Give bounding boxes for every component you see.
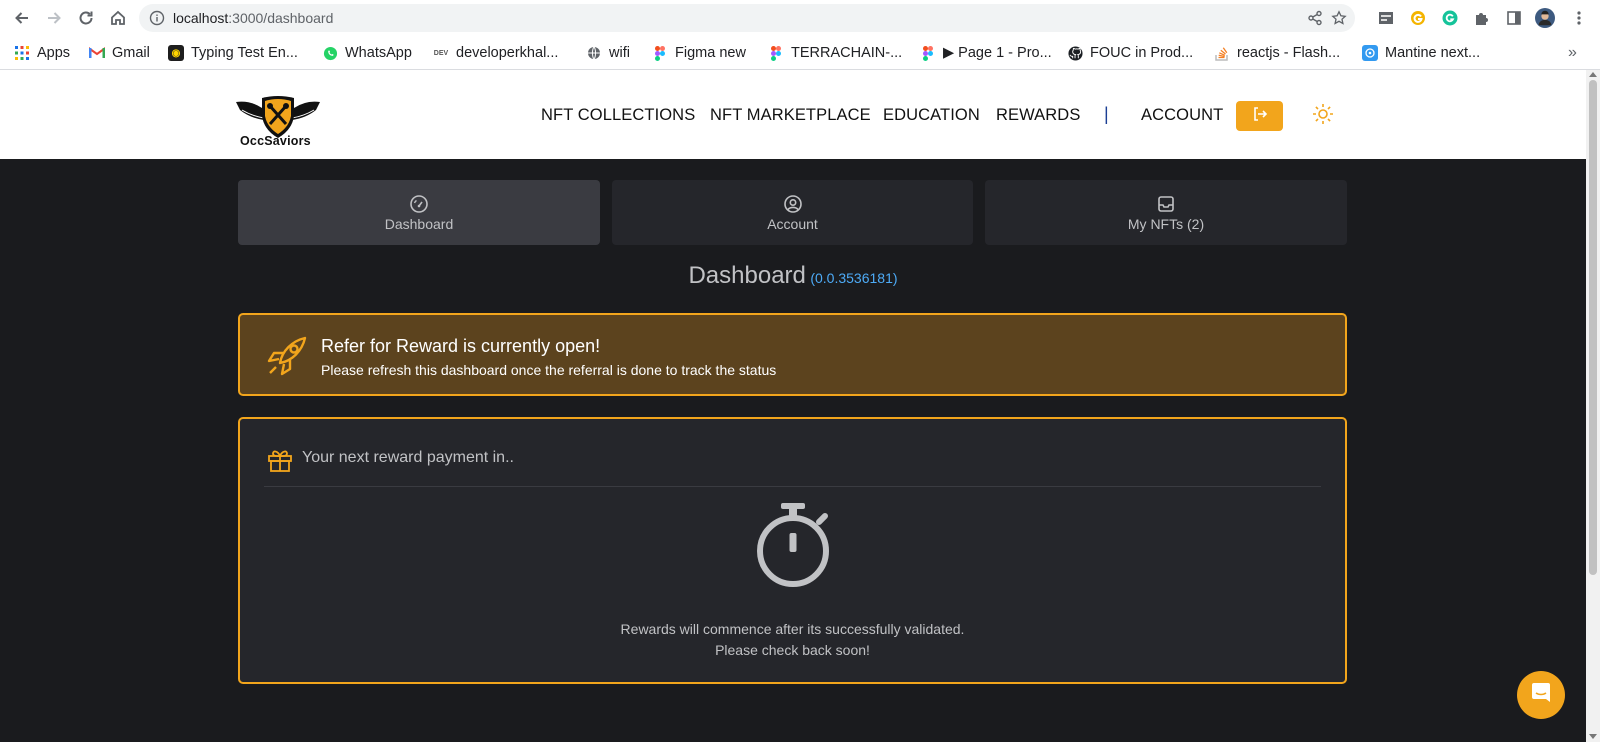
github-icon [1067,45,1083,61]
bookmarks-bar: Apps Gmail ◉ Typing Test En... WhatsApp … [0,36,1600,70]
bookmark-page1[interactable]: ▶ Page 1 - Pro... [920,42,1052,64]
bookmark-label: developerkhal... [456,45,559,61]
logout-icon [1252,106,1268,127]
profile-avatar[interactable] [1535,8,1555,28]
chat-icon [1529,681,1553,710]
puzzle-icon[interactable] [1472,8,1492,28]
bookmark-developer[interactable]: DEV developerkhal... [433,42,559,64]
user-circle-icon [783,194,803,214]
bookmark-gmail[interactable]: Gmail [89,42,150,64]
gmail-icon [89,45,105,61]
stopwatch-icon [754,501,832,598]
apps-grid-icon [14,45,30,61]
bookmark-label: wifi [609,45,630,61]
page-scrollbar[interactable] [1586,70,1600,742]
tab-account[interactable]: Account [612,180,973,245]
reload-icon[interactable] [75,7,97,29]
scroll-up-arrow[interactable] [1589,72,1597,77]
stackoverflow-icon [1214,45,1230,61]
bookmarks-overflow-button[interactable]: » [1568,42,1577,64]
gift-icon [267,447,293,478]
sun-icon [1312,103,1334,130]
referral-alert: Refer for Reward is currently open! Plea… [238,313,1347,396]
info-icon[interactable] [149,10,165,31]
gauge-icon [409,194,429,214]
bookmark-label: TERRACHAIN-... [791,45,903,61]
card-divider [264,486,1321,487]
page-title: Dashboard (0.0.3536181) [0,262,1586,290]
nav-account[interactable]: ACCOUNT [1141,106,1223,125]
extension-g-icon[interactable] [1408,8,1428,28]
browser-toolbar: localhost:3000/dashboard [0,0,1600,36]
bookmark-terrachain[interactable]: TERRACHAIN-... [768,42,902,64]
dashboard-title: Dashboard [688,262,806,289]
home-icon[interactable] [107,7,129,29]
bookmark-apps[interactable]: Apps [14,42,70,64]
share-icon[interactable] [1307,10,1323,31]
figma-icon [768,45,784,61]
tab-label: Dashboard [384,215,454,232]
alert-title: Refer for Reward is currently open! [321,336,601,356]
bookmark-label: Typing Test En... [191,45,298,61]
theme-toggle-button[interactable] [1311,103,1335,130]
nav-education[interactable]: EDUCATION [883,106,980,125]
inbox-icon [1156,194,1176,214]
bookmark-fouc[interactable]: FOUC in Prod... [1067,42,1193,64]
bookmark-label: Mantine next... [1385,45,1481,61]
forward-icon[interactable] [43,7,65,29]
whatsapp-icon [322,45,338,61]
bookmark-label: FOUC in Prod... [1090,45,1194,61]
bookmark-reactjs[interactable]: reactjs - Flash... [1214,42,1340,64]
bookmark-label: reactjs - Flash... [1237,45,1341,61]
figma-icon [652,45,668,61]
bookmark-mantine[interactable]: Mantine next... [1362,42,1480,64]
extension-grammarly-icon[interactable] [1440,8,1460,28]
reward-message-line-2: Please check back soon! [715,642,870,658]
bookmark-typing-test[interactable]: ◉ Typing Test En... [168,42,298,64]
nav-separator: | [1104,104,1109,124]
back-icon[interactable] [11,7,33,29]
figma-icon [920,45,936,61]
chat-button[interactable] [1517,671,1565,719]
bookmark-label: WhatsApp [345,45,412,61]
bookmark-label: Figma new [675,45,746,61]
menu-kebab-icon[interactable] [1569,8,1589,28]
address-bar[interactable]: localhost:3000/dashboard [139,4,1355,32]
rocket-icon [266,335,308,382]
reward-card: Your next reward payment in.. Rewards wi… [238,417,1347,684]
scroll-thumb[interactable] [1589,80,1597,575]
star-icon[interactable] [1331,10,1347,31]
tab-dashboard[interactable]: Dashboard [238,180,600,245]
logout-button[interactable] [1236,101,1283,131]
sidepanel-icon[interactable] [1504,8,1524,28]
nav-rewards[interactable]: REWARDS [996,106,1080,125]
reward-message-line-1: Rewards will commence after its successf… [620,621,965,637]
bookmark-label: Apps [37,45,71,61]
scroll-down-arrow[interactable] [1589,734,1597,739]
alert-text: Please refresh this dashboard once the r… [321,362,777,378]
mantine-icon [1362,45,1378,61]
bookmark-label: ▶ Page 1 - Pro... [943,45,1052,61]
reward-title: Your next reward payment in.. [302,449,514,466]
nav-nft-marketplace[interactable]: NFT MARKETPLACE [710,106,871,125]
extension-screen-icon[interactable] [1376,8,1396,28]
nav-nft-collections[interactable]: NFT COLLECTIONS [541,106,695,125]
tab-label: My NFTs (2) [1127,215,1205,232]
bookmark-whatsapp[interactable]: WhatsApp [322,42,412,64]
typing-test-icon: ◉ [168,45,184,61]
tab-my-nfts[interactable]: My NFTs (2) [985,180,1347,245]
url-text: localhost:3000/dashboard [173,10,334,26]
dev-icon: DEV [433,49,449,57]
bookmark-label: Gmail [112,45,150,61]
tab-label: Account [767,215,818,232]
reward-message: Rewards will commence after its successf… [240,619,1345,661]
bookmark-figma-new[interactable]: Figma new [652,42,746,64]
globe-icon [586,45,602,61]
account-id-link[interactable]: (0.0.3536181) [810,270,897,286]
bookmark-wifi[interactable]: wifi [586,42,630,64]
logo-text: OccSaviors [240,134,311,148]
